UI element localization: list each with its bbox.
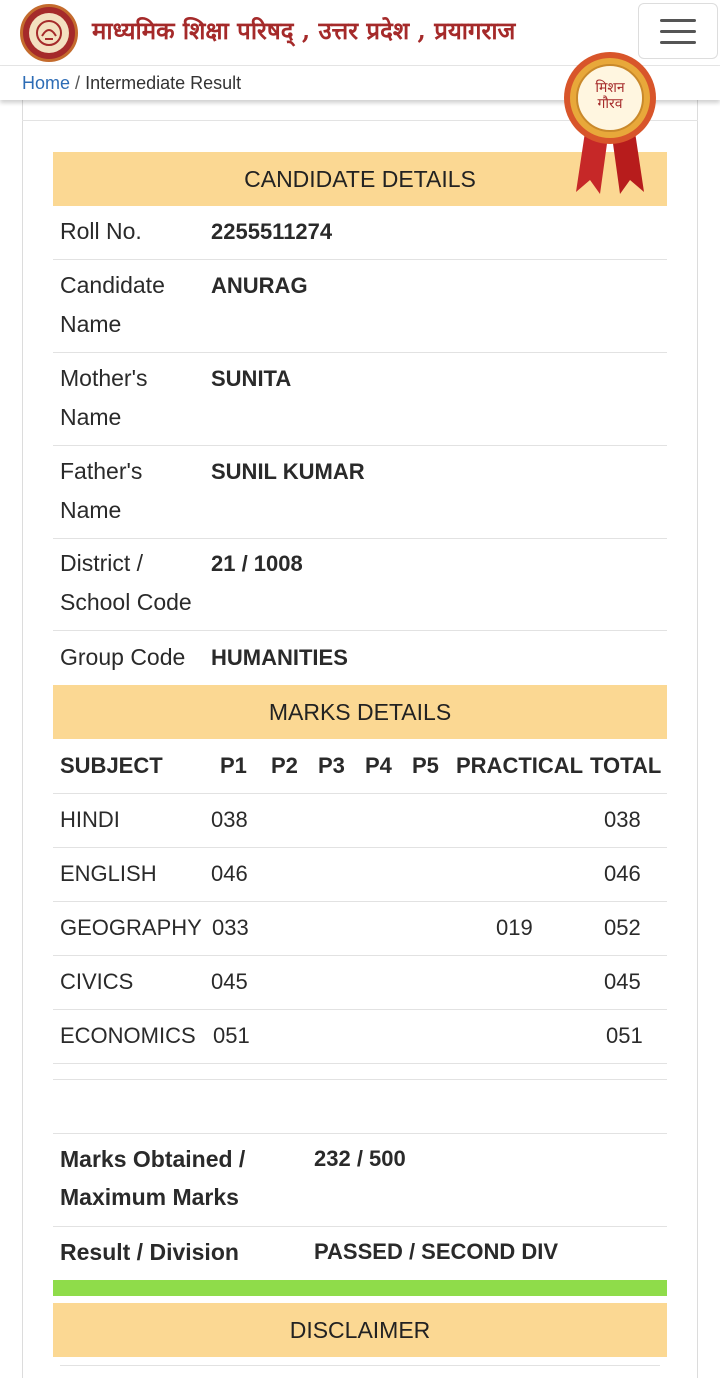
col-header-p2: P2 xyxy=(271,753,298,778)
group-code-value: HUMANITIES xyxy=(211,645,348,670)
marks-p1-cell: 046 xyxy=(211,861,248,886)
marks-subject-cell: HINDI xyxy=(60,807,120,832)
row-divider xyxy=(53,259,667,260)
col-header-total: TOTAL xyxy=(590,753,662,778)
marks-subject-cell: ENGLISH xyxy=(60,861,157,886)
breadcrumb-home-link[interactable]: Home xyxy=(22,73,70,93)
row-divider xyxy=(53,630,667,631)
row-divider xyxy=(53,847,667,848)
col-header-subject: SUBJECT xyxy=(60,753,163,778)
marks-p1-cell: 038 xyxy=(211,807,248,832)
result-division-value: PASSED / SECOND DIV xyxy=(314,1239,559,1264)
district-school-code-value: 21 / 1008 xyxy=(211,551,303,576)
marks-total-cell: 051 xyxy=(606,1023,643,1048)
hamburger-icon-bar xyxy=(660,40,696,44)
award-medal-icon: मिशन गौरव xyxy=(564,52,656,194)
group-code-label: Group Code xyxy=(60,644,186,670)
badge-text-line1: मिशन xyxy=(595,79,625,96)
hamburger-menu-button[interactable] xyxy=(638,3,718,59)
row-divider xyxy=(60,1365,660,1366)
marks-p1-cell: 045 xyxy=(211,969,248,994)
father-name-value: SUNIL KUMAR xyxy=(211,459,365,484)
site-title: माध्यमिक शिक्षा परिषद् , उत्तर प्रदेश , … xyxy=(92,16,516,45)
mother-name-value: SUNITA xyxy=(211,366,292,391)
row-divider xyxy=(53,1133,667,1134)
marks-obtained-label: Marks Obtained / Maximum Marks xyxy=(60,1146,246,1210)
mother-name-label: Mother's Name xyxy=(60,365,148,430)
result-division-label: Result / Division xyxy=(60,1239,239,1265)
emblem-inner xyxy=(29,13,69,53)
row-divider xyxy=(53,793,667,794)
marks-total-cell: 046 xyxy=(604,861,641,886)
marks-obtained-value: 232 / 500 xyxy=(314,1146,406,1171)
emblem-symbol-icon xyxy=(36,20,62,46)
col-header-p1: P1 xyxy=(220,753,247,778)
candidate-name-label: Candidate Name xyxy=(60,272,165,337)
roll-no-label: Roll No. xyxy=(60,218,142,244)
marks-subject-cell: CIVICS xyxy=(60,969,134,994)
row-divider xyxy=(53,445,667,446)
col-header-p3: P3 xyxy=(318,753,345,778)
col-header-p4: P4 xyxy=(365,753,392,778)
row-divider xyxy=(53,901,667,902)
pass-status-bar xyxy=(53,1280,667,1296)
marks-practical-cell: 019 xyxy=(496,915,533,940)
col-header-practical: PRACTICAL xyxy=(456,753,584,778)
row-divider xyxy=(53,1063,667,1064)
breadcrumb-current: Intermediate Result xyxy=(85,73,242,93)
marks-total-cell: 052 xyxy=(604,915,641,940)
row-divider xyxy=(53,1009,667,1010)
hamburger-icon-bar xyxy=(660,29,696,33)
row-divider xyxy=(53,1226,667,1227)
candidate-name-value: ANURAG xyxy=(211,273,308,298)
row-divider xyxy=(53,538,667,539)
mission-gaurav-badge: मिशन गौरव xyxy=(560,52,660,202)
roll-no-value: 2255511274 xyxy=(211,219,333,244)
col-header-p5: P5 xyxy=(412,753,439,778)
breadcrumb-separator: / xyxy=(75,73,81,93)
marks-subject-cell: GEOGRAPHY xyxy=(60,915,202,940)
row-divider xyxy=(53,955,667,956)
marks-total-cell: 038 xyxy=(604,807,641,832)
marks-subject-cell: ECONOMICS xyxy=(60,1023,196,1048)
marks-p1-cell: 051 xyxy=(213,1023,250,1048)
marks-details-header: MARKS DETAILS xyxy=(53,685,667,739)
row-divider xyxy=(53,352,667,353)
marks-total-cell: 045 xyxy=(604,969,641,994)
father-name-label: Father's Name xyxy=(60,458,143,523)
hamburger-icon-bar xyxy=(660,18,696,22)
emblem-logo-icon[interactable] xyxy=(20,4,78,62)
marks-p1-cell: 033 xyxy=(212,915,249,940)
district-school-code-label: District / School Code xyxy=(60,550,192,615)
badge-text-line2: गौरव xyxy=(597,95,622,112)
disclaimer-header: DISCLAIMER xyxy=(53,1303,667,1357)
row-divider xyxy=(53,1079,667,1080)
